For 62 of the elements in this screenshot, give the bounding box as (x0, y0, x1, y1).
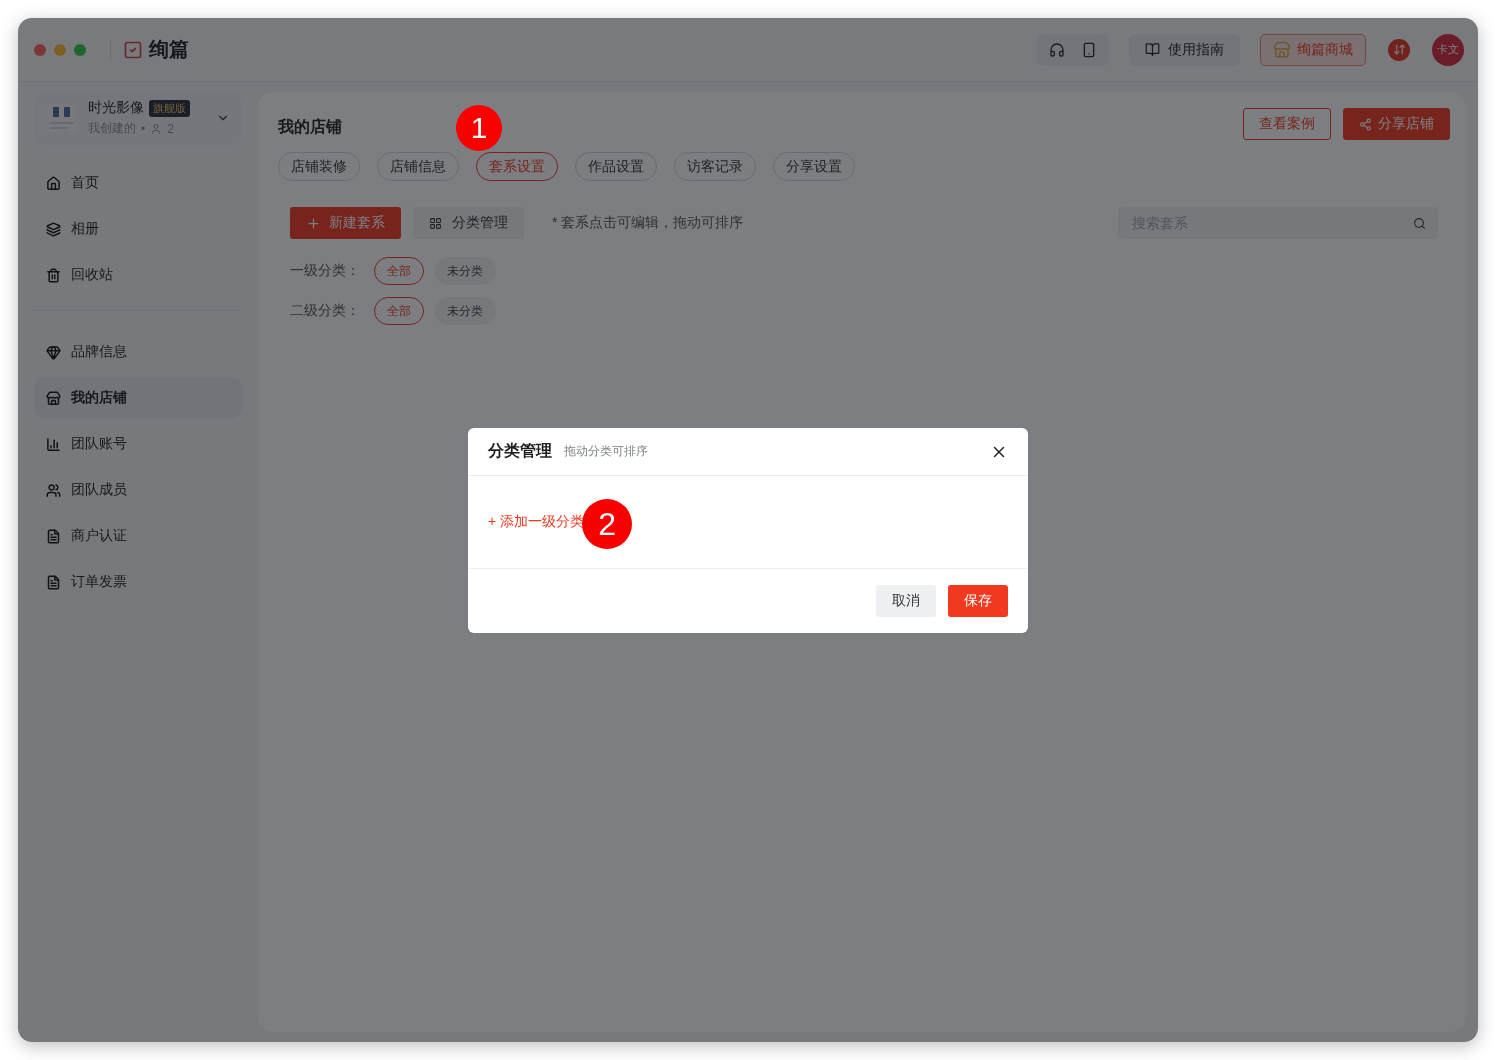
user-avatar[interactable]: 卡文 (1432, 33, 1464, 66)
category-manage-button[interactable]: 分类管理 (413, 207, 524, 239)
tab[interactable]: 店铺装修 (278, 152, 360, 181)
store-icon (46, 390, 61, 406)
workspace-name: 时光影像 (88, 99, 144, 117)
filter-label: 二级分类： (290, 302, 360, 320)
sidebar-item[interactable]: 商户认证 (34, 515, 242, 557)
filter-chip[interactable]: 全部 (374, 297, 424, 325)
trash-icon (46, 267, 61, 283)
gem-icon (46, 344, 61, 360)
sidebar-item[interactable]: 我的店铺 (34, 377, 242, 419)
home-icon (46, 175, 61, 191)
filter-chip[interactable]: 未分类 (434, 257, 496, 285)
plan-badge: 旗舰版 (149, 99, 190, 117)
dialog-title: 分类管理 (488, 441, 552, 461)
cancel-button[interactable]: 取消 (876, 585, 936, 617)
tab[interactable]: 套系设置 (476, 152, 558, 181)
filter-chip[interactable]: 全部 (374, 257, 424, 285)
page-title: 我的店铺 (278, 116, 342, 137)
new-package-button[interactable]: 新建套系 (290, 207, 401, 239)
filter-chip[interactable]: 未分类 (434, 297, 496, 325)
document-icon (46, 528, 61, 544)
store-icon (1273, 40, 1291, 59)
mall-button[interactable]: 绚篇商城 (1260, 33, 1366, 66)
phone-icon[interactable] (1081, 41, 1097, 58)
close-window-button[interactable] (34, 43, 46, 56)
examples-button[interactable]: 查看案例 (1243, 108, 1331, 140)
book-icon (1145, 42, 1160, 57)
separator-dot: • (141, 121, 146, 136)
sidebar-item[interactable]: 团队成员 (34, 469, 242, 511)
app-name: 绚篇 (149, 37, 189, 62)
tab[interactable]: 访客记录 (674, 152, 756, 181)
add-category-link[interactable]: + 添加一级分类 (488, 513, 585, 531)
logo-icon (123, 39, 143, 60)
sidebar-item[interactable]: 相册 (34, 208, 242, 250)
tab[interactable]: 分享设置 (773, 152, 855, 181)
document-icon (46, 574, 61, 590)
share-icon (1359, 117, 1372, 131)
hint-text: * 套系点击可编辑，拖动可排序 (552, 214, 744, 232)
grid-icon (429, 216, 442, 230)
headset-icon[interactable] (1049, 41, 1065, 58)
member-icon (150, 122, 163, 135)
sidebar-item[interactable]: 回收站 (34, 254, 242, 296)
dialog-subtitle: 拖动分类可排序 (564, 443, 648, 460)
filter-label: 一级分类： (290, 262, 360, 280)
users-icon (46, 482, 61, 498)
step-marker: 1 (456, 105, 502, 151)
step-marker: 2 (582, 499, 633, 549)
guide-button[interactable]: 使用指南 (1129, 33, 1240, 66)
tab[interactable]: 作品设置 (575, 152, 657, 181)
layers-icon (46, 221, 61, 237)
share-button[interactable]: 分享店铺 (1343, 108, 1450, 140)
search-icon[interactable] (1413, 216, 1426, 230)
bar-chart-icon (46, 436, 61, 452)
sidebar-item[interactable]: 品牌信息 (34, 331, 242, 373)
sidebar-item[interactable]: 订单发票 (34, 561, 242, 603)
plus-icon (306, 215, 321, 231)
tab[interactable]: 店铺信息 (377, 152, 459, 181)
save-button[interactable]: 保存 (948, 585, 1008, 617)
sidebar-item[interactable]: 首页 (34, 162, 242, 204)
sidebar-item[interactable]: 团队账号 (34, 423, 242, 465)
sort-icon[interactable] (1388, 38, 1410, 61)
